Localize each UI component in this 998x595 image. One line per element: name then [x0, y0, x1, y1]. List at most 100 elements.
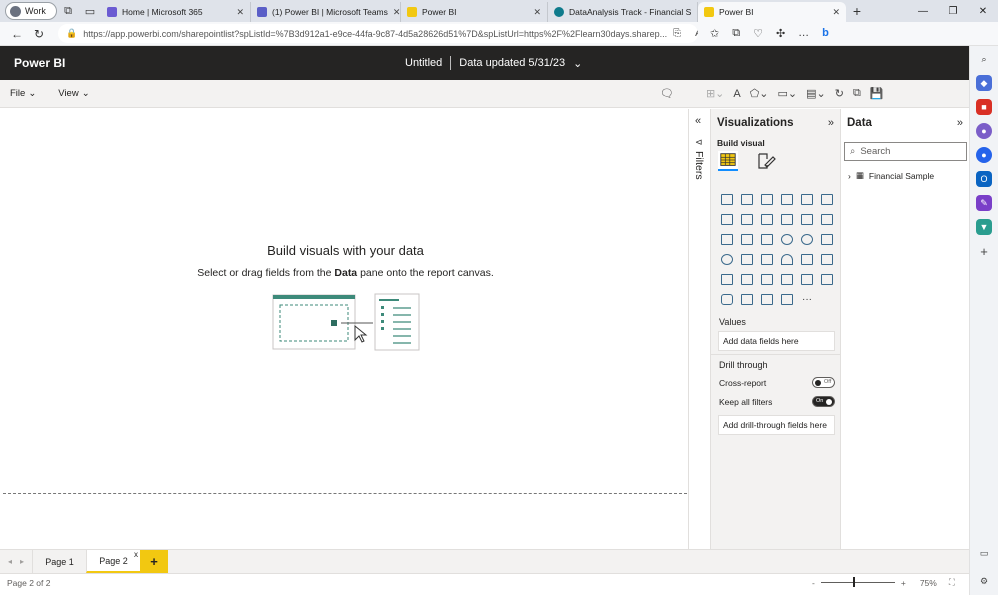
- next-page-icon[interactable]: ▸: [20, 557, 24, 566]
- more-visuals-icon[interactable]: ···: [797, 289, 817, 309]
- games-icon[interactable]: ●: [976, 123, 992, 139]
- ribbon-chart-icon[interactable]: [817, 209, 837, 229]
- browser-tab-powerbi-1[interactable]: Power BI ✕: [401, 2, 548, 22]
- line-chart-icon[interactable]: [717, 209, 737, 229]
- extensions-icon[interactable]: ✣: [776, 27, 785, 40]
- smart-narrative-icon[interactable]: [737, 289, 757, 309]
- collapse-data-pane-icon[interactable]: »: [957, 117, 963, 129]
- qa-icon[interactable]: [717, 289, 737, 309]
- zoom-in-button[interactable]: +: [901, 578, 906, 588]
- multi-row-card-icon[interactable]: [817, 249, 837, 269]
- card-icon[interactable]: [797, 249, 817, 269]
- filters-pane-collapsed[interactable]: « ⊲ Filters: [688, 109, 711, 549]
- previous-page-icon[interactable]: ◂: [8, 557, 12, 566]
- line-clustered-column-icon[interactable]: [797, 209, 817, 229]
- copilot-icon[interactable]: b: [822, 27, 829, 40]
- paginated-report-icon[interactable]: [777, 289, 797, 309]
- maximize-icon[interactable]: ❐: [938, 6, 968, 17]
- hide-sidebar-icon[interactable]: ▭: [976, 545, 992, 561]
- azure-map-icon[interactable]: [757, 249, 777, 269]
- chevron-right-icon[interactable]: ›: [848, 171, 851, 181]
- report-title-area[interactable]: Untitled Data updated 5/31/23 ⌄: [405, 56, 582, 70]
- page-tab-2[interactable]: Page 2 x: [86, 550, 140, 573]
- cross-report-toggle[interactable]: Off: [812, 377, 835, 388]
- shapes-icon[interactable]: ⬠⌄: [750, 87, 769, 100]
- map-icon[interactable]: [717, 249, 737, 269]
- favorites-icon[interactable]: ✩: [710, 27, 719, 40]
- search-icon[interactable]: ⌕: [976, 51, 992, 67]
- save-icon[interactable]: 💾: [870, 87, 884, 100]
- close-tab-icon[interactable]: ✕: [393, 7, 400, 18]
- stacked-column-chart-icon[interactable]: [737, 189, 757, 209]
- scatter-chart-icon[interactable]: [757, 229, 777, 249]
- page-tab-1[interactable]: Page 1: [32, 550, 86, 573]
- clustered-column-chart-icon[interactable]: [777, 189, 797, 209]
- visual-insert-icon[interactable]: ⊞⌄: [706, 87, 724, 100]
- buttons-icon[interactable]: ▭⌄: [778, 87, 798, 100]
- add-sidebar-icon[interactable]: +: [976, 243, 992, 259]
- slicer-icon[interactable]: [737, 269, 757, 289]
- format-visual-icon[interactable]: [756, 151, 776, 171]
- expand-filters-icon[interactable]: «: [695, 115, 701, 127]
- values-field-well[interactable]: Add data fields here: [718, 331, 835, 351]
- zoom-slider[interactable]: [820, 577, 895, 587]
- shopping-icon[interactable]: ◆: [976, 75, 992, 91]
- powerbi-brand[interactable]: Power BI: [14, 56, 65, 70]
- kpi-icon[interactable]: [717, 269, 737, 289]
- drill-through-field-well[interactable]: Add drill-through fields here: [718, 415, 835, 435]
- fit-to-page-icon[interactable]: ⛶: [949, 577, 955, 588]
- stacked-area-chart-icon[interactable]: [757, 209, 777, 229]
- zoom-out-button[interactable]: -: [812, 578, 815, 588]
- key-influencers-icon[interactable]: [797, 269, 817, 289]
- keep-filters-toggle[interactable]: On: [812, 396, 835, 407]
- funnel-chart-icon[interactable]: [737, 229, 757, 249]
- table-icon[interactable]: [757, 269, 777, 289]
- treemap-icon[interactable]: [817, 229, 837, 249]
- matrix-icon[interactable]: [777, 269, 797, 289]
- area-chart-icon[interactable]: [737, 209, 757, 229]
- add-page-button[interactable]: +: [140, 550, 168, 573]
- file-menu[interactable]: File ⌄: [10, 88, 36, 99]
- view-menu[interactable]: View ⌄: [58, 88, 89, 99]
- close-page-icon[interactable]: x: [134, 550, 138, 559]
- report-canvas[interactable]: Build visuals with your data Select or d…: [3, 109, 688, 546]
- pie-chart-icon[interactable]: [777, 229, 797, 249]
- read-aloud-icon[interactable]: A: [695, 28, 698, 39]
- stacked-bar-chart-icon[interactable]: [717, 189, 737, 209]
- minimize-icon[interactable]: —: [908, 6, 938, 17]
- close-window-icon[interactable]: ✕: [968, 6, 998, 17]
- zoom-slider-thumb[interactable]: [852, 577, 855, 587]
- designer-icon[interactable]: ✎: [976, 195, 992, 211]
- clustered-bar-chart-icon[interactable]: [757, 189, 777, 209]
- refresh-report-icon[interactable]: ↻: [835, 87, 844, 100]
- collapse-visualizations-icon[interactable]: »: [828, 117, 834, 129]
- donut-chart-icon[interactable]: [797, 229, 817, 249]
- duplicate-icon[interactable]: ⧉: [853, 87, 861, 100]
- profile-button[interactable]: Work: [5, 2, 57, 20]
- close-tab-icon[interactable]: ✕: [832, 7, 840, 18]
- more-icon[interactable]: …: [798, 27, 809, 40]
- microsoft365-icon[interactable]: ●: [976, 147, 992, 163]
- refresh-icon[interactable]: ↻: [28, 27, 50, 41]
- new-tab-button[interactable]: +: [846, 2, 868, 20]
- browser-tab-m365[interactable]: Home | Microsoft 365 ✕: [101, 2, 251, 22]
- outlook-icon[interactable]: O: [976, 171, 992, 187]
- data-table-financial-sample[interactable]: › ▦ Financial Sample: [848, 170, 934, 181]
- format-painter-icon[interactable]: ▤⌄: [806, 87, 826, 100]
- waterfall-chart-icon[interactable]: [717, 229, 737, 249]
- app-available-icon[interactable]: ⎘: [673, 28, 681, 39]
- filled-map-icon[interactable]: [737, 249, 757, 269]
- gauge-icon[interactable]: [777, 249, 797, 269]
- url-field[interactable]: 🔒 https://app.powerbi.com/sharepointlist…: [58, 24, 698, 43]
- line-stacked-column-icon[interactable]: [777, 209, 797, 229]
- comment-icon[interactable]: 🗨: [660, 87, 674, 100]
- text-box-icon[interactable]: A: [733, 88, 740, 100]
- data-search-input[interactable]: ⌕ Search: [844, 142, 967, 161]
- build-visual-table-icon[interactable]: [718, 151, 738, 171]
- browser-essentials-icon[interactable]: ♡: [753, 27, 763, 40]
- 100-stacked-bar-chart-icon[interactable]: [797, 189, 817, 209]
- workspaces-icon[interactable]: ⧉: [57, 2, 79, 20]
- sidebar-settings-icon[interactable]: ⚙: [976, 573, 992, 589]
- tools-icon[interactable]: ■: [976, 99, 992, 115]
- decomposition-tree-icon[interactable]: [817, 269, 837, 289]
